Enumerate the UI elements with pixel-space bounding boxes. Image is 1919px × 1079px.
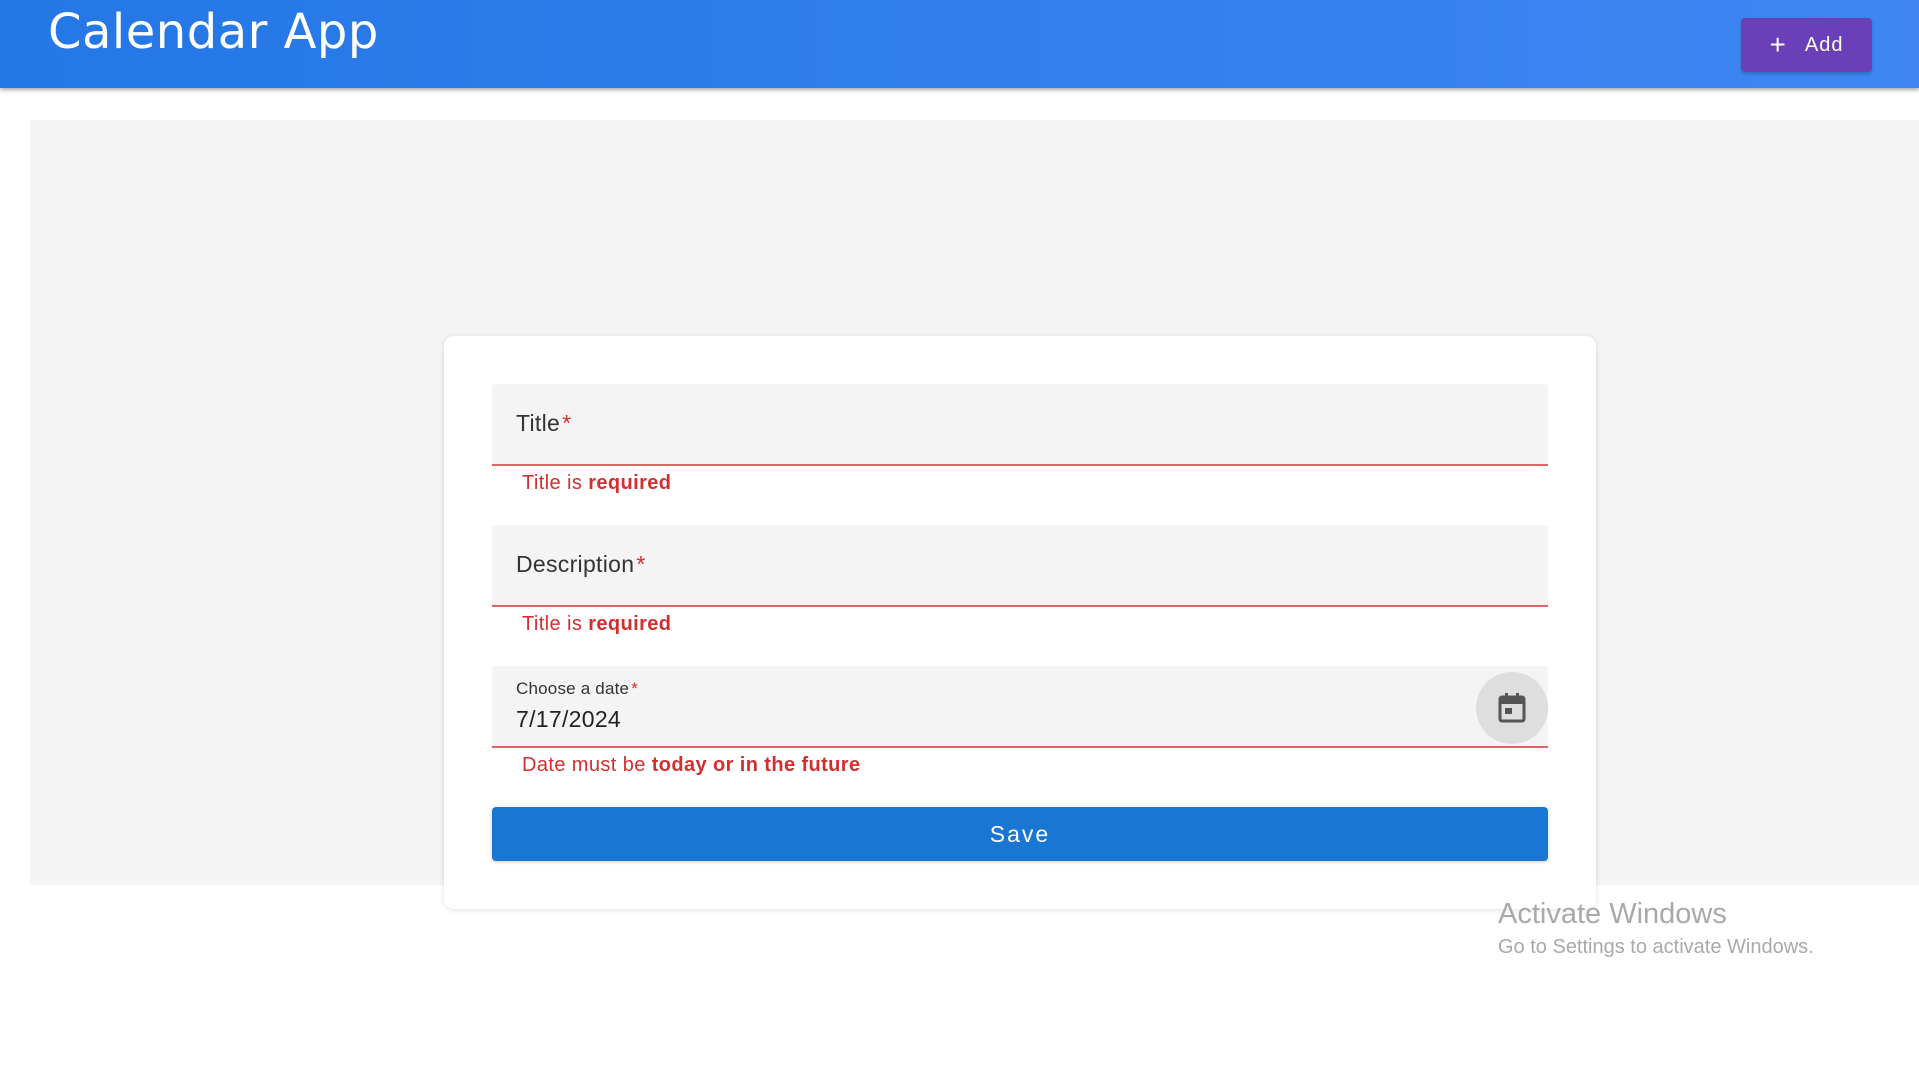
app-bar: Calendar App + Add [0, 0, 1919, 88]
activate-windows-watermark: Activate Windows Go to Settings to activ… [1498, 896, 1814, 962]
watermark-subtitle: Go to Settings to activate Windows. [1498, 936, 1814, 958]
date-field-label: Choose a date * [516, 679, 639, 698]
app-title: Calendar App [48, 4, 379, 60]
required-mark: * [562, 410, 572, 436]
date-field-value: 7/17/2024 [516, 706, 622, 732]
required-mark: * [636, 551, 646, 577]
title-field-label: Title* [516, 410, 572, 436]
title-error: Title is required [522, 472, 672, 494]
date-field[interactable]: Choose a date * 7/17/2024 [492, 666, 1548, 748]
calendar-icon [1498, 693, 1526, 723]
plus-icon: + [1769, 29, 1787, 60]
date-error: Date must be today or in the future [522, 754, 861, 776]
add-button[interactable]: + Add [1741, 18, 1872, 72]
add-button-label: Add [1804, 33, 1844, 56]
calendar-picker-button[interactable] [1476, 672, 1548, 744]
description-error: Title is required [522, 613, 672, 635]
title-field[interactable]: Title* [492, 384, 1548, 466]
content-area: Title* Title is required Description* Ti… [30, 120, 1919, 909]
description-field[interactable]: Description* [492, 525, 1548, 607]
description-field-label: Description* [516, 551, 646, 577]
event-form-card: Title* Title is required Description* Ti… [444, 336, 1596, 909]
required-mark: * [631, 679, 639, 698]
watermark-title: Activate Windows [1498, 898, 1727, 930]
save-button[interactable]: Save [492, 807, 1548, 861]
